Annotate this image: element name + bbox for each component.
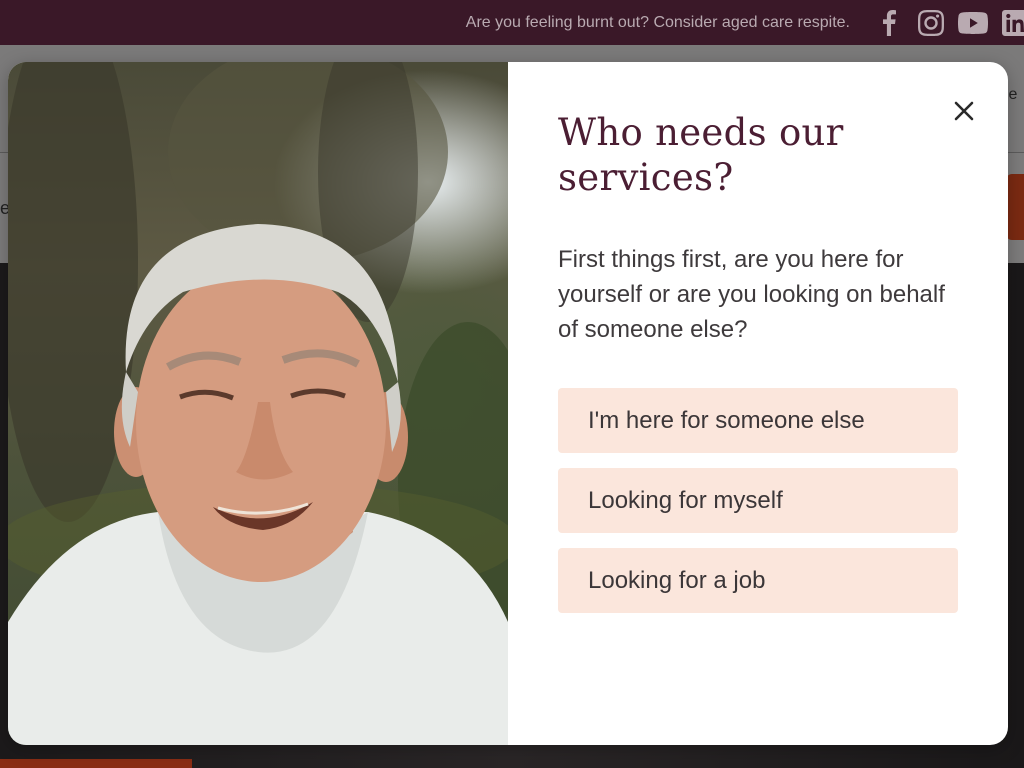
option-job-button[interactable]: Looking for a job bbox=[558, 548, 958, 613]
photo-elderly-man-smiling bbox=[8, 62, 508, 745]
option-someone-else-button[interactable]: I'm here for someone else bbox=[558, 388, 958, 453]
close-icon bbox=[954, 101, 974, 121]
option-myself-button[interactable]: Looking for myself bbox=[558, 468, 958, 533]
services-modal: Who needs our services? First things fir… bbox=[8, 62, 1008, 745]
close-button[interactable] bbox=[948, 95, 980, 127]
modal-title: Who needs our services? bbox=[558, 111, 844, 199]
modal-question: First things first, are you here for you… bbox=[558, 246, 945, 343]
modal-content: Who needs our services? First things fir… bbox=[508, 62, 1008, 745]
audience-options: I'm here for someone else Looking for my… bbox=[558, 388, 958, 628]
